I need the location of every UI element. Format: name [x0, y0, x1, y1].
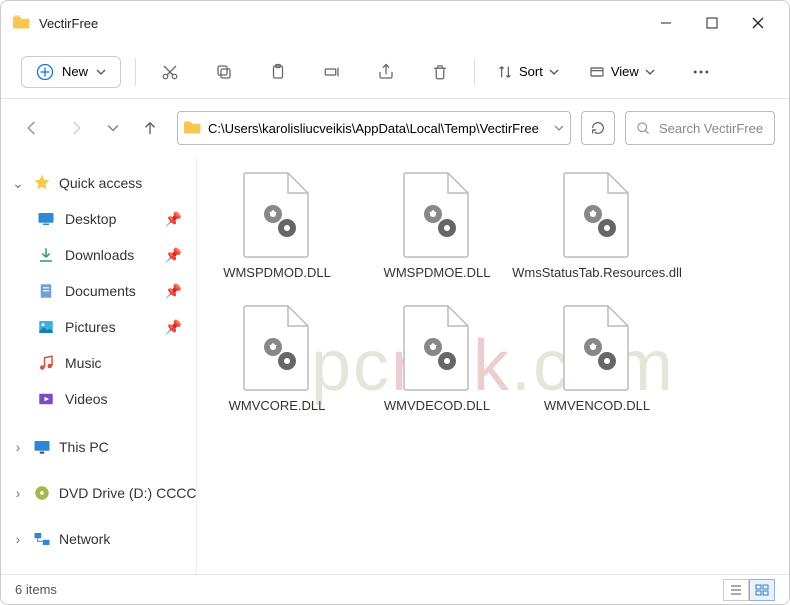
file-item[interactable]: WMSPDMOE.DLL [377, 171, 497, 280]
maximize-button[interactable] [689, 3, 735, 43]
chevron-down-icon [645, 67, 655, 77]
file-name: WMVCORE.DLL [229, 398, 326, 413]
nav-network[interactable]: ›Network [1, 521, 196, 557]
sort-label: Sort [519, 64, 543, 79]
search-box[interactable]: Search VectirFree [625, 111, 775, 145]
window-title: VectirFree [39, 16, 98, 31]
chevron-down-icon [96, 67, 106, 77]
dll-file-icon [240, 304, 314, 392]
dll-file-icon [400, 304, 474, 392]
file-name: WMSPDMOD.DLL [223, 265, 331, 280]
forward-button[interactable] [59, 111, 93, 145]
sort-button[interactable]: Sort [489, 60, 567, 84]
nav-pictures[interactable]: Pictures📌 [1, 309, 196, 345]
chevron-right-icon: › [11, 439, 25, 455]
address-path: C:\Users\karolisliucveikis\AppData\Local… [202, 121, 554, 136]
up-button[interactable] [133, 111, 167, 145]
share-button[interactable] [366, 53, 406, 91]
address-bar[interactable]: C:\Users\karolisliucveikis\AppData\Local… [177, 111, 571, 145]
view-icon [589, 64, 605, 80]
new-button[interactable]: New [21, 56, 121, 88]
refresh-button[interactable] [581, 111, 615, 145]
file-item[interactable]: WMVCORE.DLL [217, 304, 337, 413]
pin-icon: 📌 [165, 247, 182, 264]
new-label: New [62, 64, 88, 79]
nav-documents[interactable]: Documents📌 [1, 273, 196, 309]
copy-button[interactable] [204, 53, 244, 91]
nav-pane: ⌄ Quick access Desktop📌 Downloads📌 Docum… [1, 157, 197, 574]
pin-icon: 📌 [165, 283, 182, 300]
file-name: WMVDECOD.DLL [384, 398, 490, 413]
nav-videos[interactable]: Videos [1, 381, 196, 417]
dll-file-icon [240, 171, 314, 259]
view-button[interactable]: View [581, 60, 663, 84]
nav-downloads[interactable]: Downloads📌 [1, 237, 196, 273]
star-icon [33, 173, 51, 194]
nav-dvd[interactable]: ›DVD Drive (D:) CCCC [1, 475, 196, 511]
pin-icon: 📌 [165, 211, 182, 228]
statusbar: 6 items [1, 574, 789, 604]
file-item[interactable]: WMSPDMOD.DLL [217, 171, 337, 280]
dll-file-icon [560, 304, 634, 392]
nav-quick-access[interactable]: ⌄ Quick access [1, 165, 196, 201]
toolbar: New Sort View [1, 45, 789, 99]
dll-file-icon [560, 171, 634, 259]
chevron-right-icon: › [11, 485, 25, 501]
chevron-down-icon [549, 67, 559, 77]
chevron-right-icon: › [11, 531, 25, 547]
more-button[interactable] [681, 53, 721, 91]
sort-icon [497, 64, 513, 80]
divider [474, 58, 475, 86]
folder-icon [184, 118, 202, 139]
minimize-button[interactable] [643, 3, 689, 43]
file-name: WmsStatusTab.Resources.dll [512, 265, 682, 280]
nav-desktop[interactable]: Desktop📌 [1, 201, 196, 237]
file-item[interactable]: WMVENCOD.DLL [537, 304, 657, 413]
divider [135, 58, 136, 86]
close-button[interactable] [735, 3, 781, 43]
dll-file-icon [400, 171, 474, 259]
folder-icon [13, 13, 31, 34]
address-bar-row: C:\Users\karolisliucveikis\AppData\Local… [1, 99, 789, 157]
search-icon [636, 121, 651, 136]
recent-button[interactable] [103, 111, 123, 145]
view-label: View [611, 64, 639, 79]
rename-button[interactable] [312, 53, 352, 91]
search-placeholder: Search VectirFree [659, 121, 763, 136]
back-button[interactable] [15, 111, 49, 145]
file-item[interactable]: WmsStatusTab.Resources.dll [537, 171, 657, 280]
icons-view-button[interactable] [749, 579, 775, 601]
titlebar: VectirFree [1, 1, 789, 45]
quick-access-label: Quick access [59, 175, 142, 191]
paste-button[interactable] [258, 53, 298, 91]
file-item[interactable]: WMVDECOD.DLL [377, 304, 497, 413]
nav-this-pc[interactable]: ›This PC [1, 429, 196, 465]
delete-button[interactable] [420, 53, 460, 91]
cut-button[interactable] [150, 53, 190, 91]
details-view-button[interactable] [723, 579, 749, 601]
pin-icon: 📌 [165, 319, 182, 336]
file-name: WMSPDMOE.DLL [384, 265, 491, 280]
content-area: pcrisk.com WMSPDMOD.DLLWMSPDMOE.DLLWmsSt… [197, 157, 789, 574]
chevron-down-icon[interactable] [554, 123, 564, 133]
nav-music[interactable]: Music [1, 345, 196, 381]
chevron-down-icon: ⌄ [11, 175, 25, 192]
item-count: 6 items [15, 582, 57, 597]
file-name: WMVENCOD.DLL [544, 398, 650, 413]
